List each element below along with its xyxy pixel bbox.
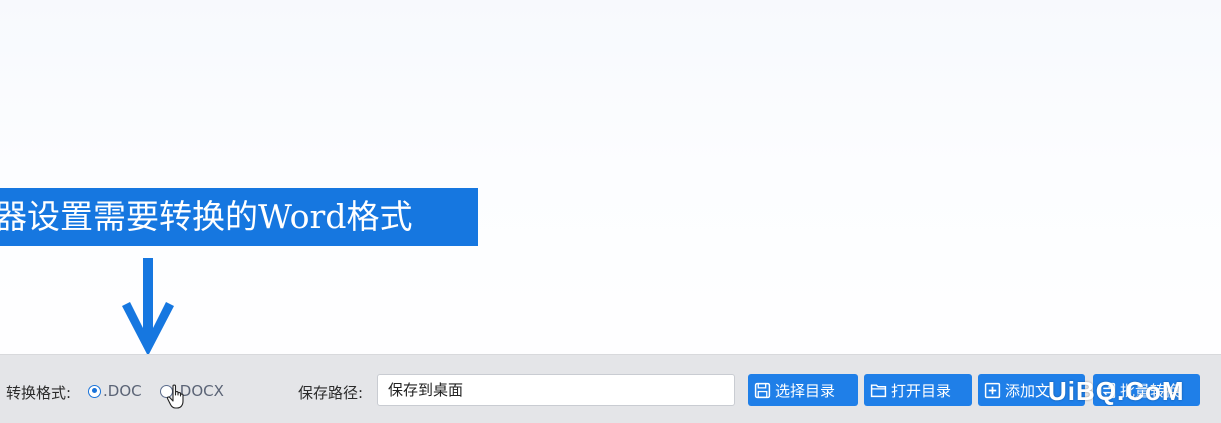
save-disk-icon [754, 382, 771, 398]
save-path-input[interactable]: 保存到桌面 [377, 374, 735, 406]
tutorial-caption: 器设置需要转换的Word格式 [0, 188, 478, 246]
convert-format-label: 转换格式: [6, 384, 72, 402]
select-dir-button[interactable]: 选择目录 [748, 374, 858, 406]
watermark-text: UiBQ.CoM [1048, 376, 1185, 406]
radio-doc-indicator[interactable] [88, 384, 101, 398]
open-dir-button[interactable]: 打开目录 [864, 374, 972, 406]
select-dir-label: 选择目录 [775, 381, 836, 400]
add-box-icon [984, 382, 1001, 398]
save-path-label: 保存路径: [298, 384, 364, 402]
radio-doc[interactable]: .DOC [88, 381, 142, 401]
add-file-label: 添加文 [1005, 381, 1051, 400]
open-dir-label: 打开目录 [891, 381, 952, 400]
hand-cursor-icon [166, 384, 184, 409]
radio-doc-label: .DOC [103, 382, 142, 400]
folder-icon [870, 383, 887, 397]
down-arrow-icon [122, 258, 174, 356]
